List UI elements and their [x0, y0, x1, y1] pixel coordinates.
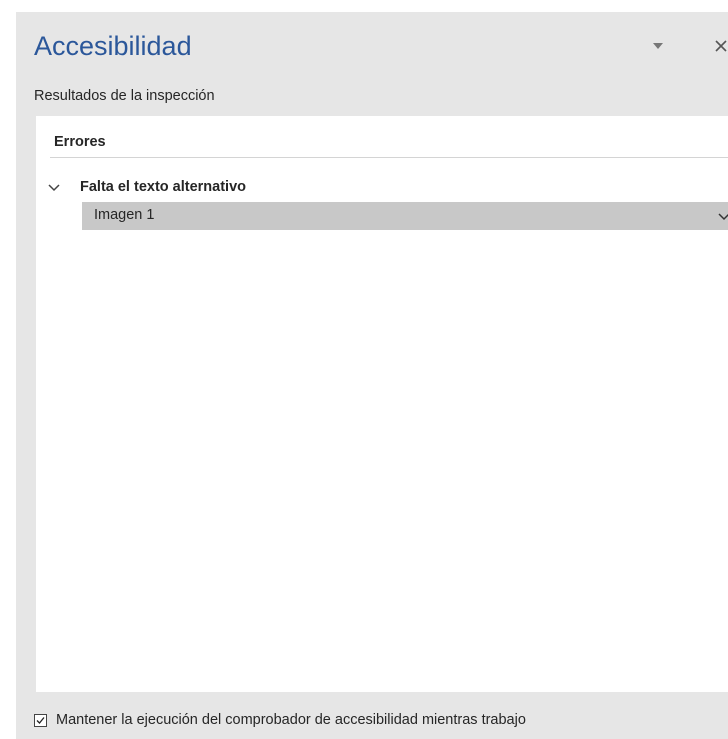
close-icon: [715, 40, 727, 52]
results-list: Errores Falta el texto alternativo Image…: [36, 116, 728, 692]
pane-title: Accesibilidad: [34, 31, 192, 61]
accessibility-pane: Accesibilidad Resultados de la inspecció…: [16, 12, 728, 739]
chevron-down-icon: [48, 184, 60, 192]
section-divider: [50, 157, 728, 158]
issue-group-title: Falta el texto alternativo: [80, 179, 246, 195]
caret-down-icon: [653, 43, 663, 49]
window: Accesibilidad Resultados de la inspecció…: [0, 0, 728, 739]
issue-item-label: Imagen 1: [94, 207, 155, 223]
keep-running-option[interactable]: Mantener la ejecución del comprobador de…: [34, 710, 526, 730]
issue-item-image-1[interactable]: Imagen 1: [82, 202, 728, 230]
keep-running-label: Mantener la ejecución del comprobador de…: [56, 712, 526, 728]
close-button[interactable]: [708, 34, 728, 58]
section-header-errors: Errores: [54, 134, 106, 150]
checkmark-icon: [36, 716, 45, 724]
chevron-down-icon: [718, 213, 728, 221]
item-dropdown-button[interactable]: [716, 208, 728, 224]
keep-running-checkbox[interactable]: [34, 713, 47, 727]
pane-options-button[interactable]: [648, 36, 668, 56]
inspection-results-label: Resultados de la inspección: [34, 88, 215, 104]
issue-group-missing-alt-text[interactable]: Falta el texto alternativo: [36, 174, 728, 202]
